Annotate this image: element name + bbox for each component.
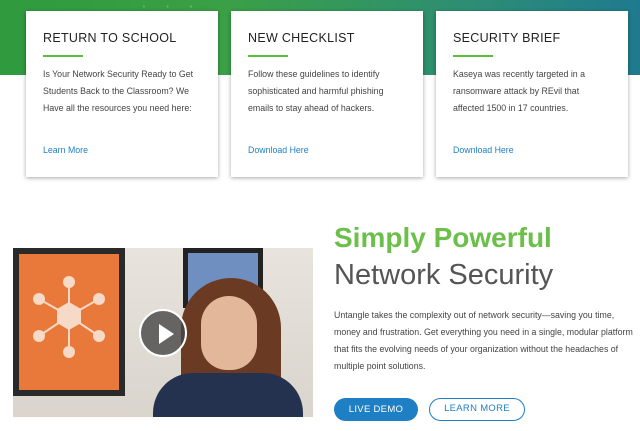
card-return-to-school: RETURN TO SCHOOL Is Your Network Securit…: [26, 11, 218, 177]
learn-more-link[interactable]: Learn More: [43, 145, 88, 155]
hero-description: Untangle takes the complexity out of net…: [334, 310, 633, 371]
card-body: Kaseya was recently targeted in a ransom…: [453, 69, 586, 113]
card-body: Follow these guidelines to identify soph…: [248, 69, 384, 113]
card-divider: [43, 55, 83, 57]
live-demo-button[interactable]: LIVE DEMO: [334, 398, 418, 421]
card-divider: [248, 55, 288, 57]
play-button[interactable]: [139, 309, 187, 357]
speaker-body: [153, 373, 303, 417]
card-body: Is Your Network Security Ready to Get St…: [43, 69, 194, 113]
learn-more-button[interactable]: LEARN MORE: [429, 398, 525, 421]
speaker-face: [201, 296, 257, 370]
card-security-brief: SECURITY BRIEF Kaseya was recently targe…: [436, 11, 628, 177]
download-here-link[interactable]: Download Here: [453, 145, 514, 155]
headline-network-security: Network Security: [334, 259, 554, 291]
headline-simply-powerful: Simply Powerful: [334, 222, 552, 253]
card-title: NEW CHECKLIST: [248, 31, 355, 45]
poster-art: [19, 254, 119, 390]
play-icon: [159, 324, 174, 344]
card-new-checklist: NEW CHECKLIST Follow these guidelines to…: [231, 11, 423, 177]
card-title: RETURN TO SCHOOL: [43, 31, 177, 45]
download-here-link[interactable]: Download Here: [248, 145, 309, 155]
video-player[interactable]: [13, 248, 313, 417]
wall-poster: [13, 248, 125, 396]
hexagon-network-icon: [33, 276, 105, 358]
card-divider: [453, 55, 493, 57]
card-title: SECURITY BRIEF: [453, 31, 561, 45]
